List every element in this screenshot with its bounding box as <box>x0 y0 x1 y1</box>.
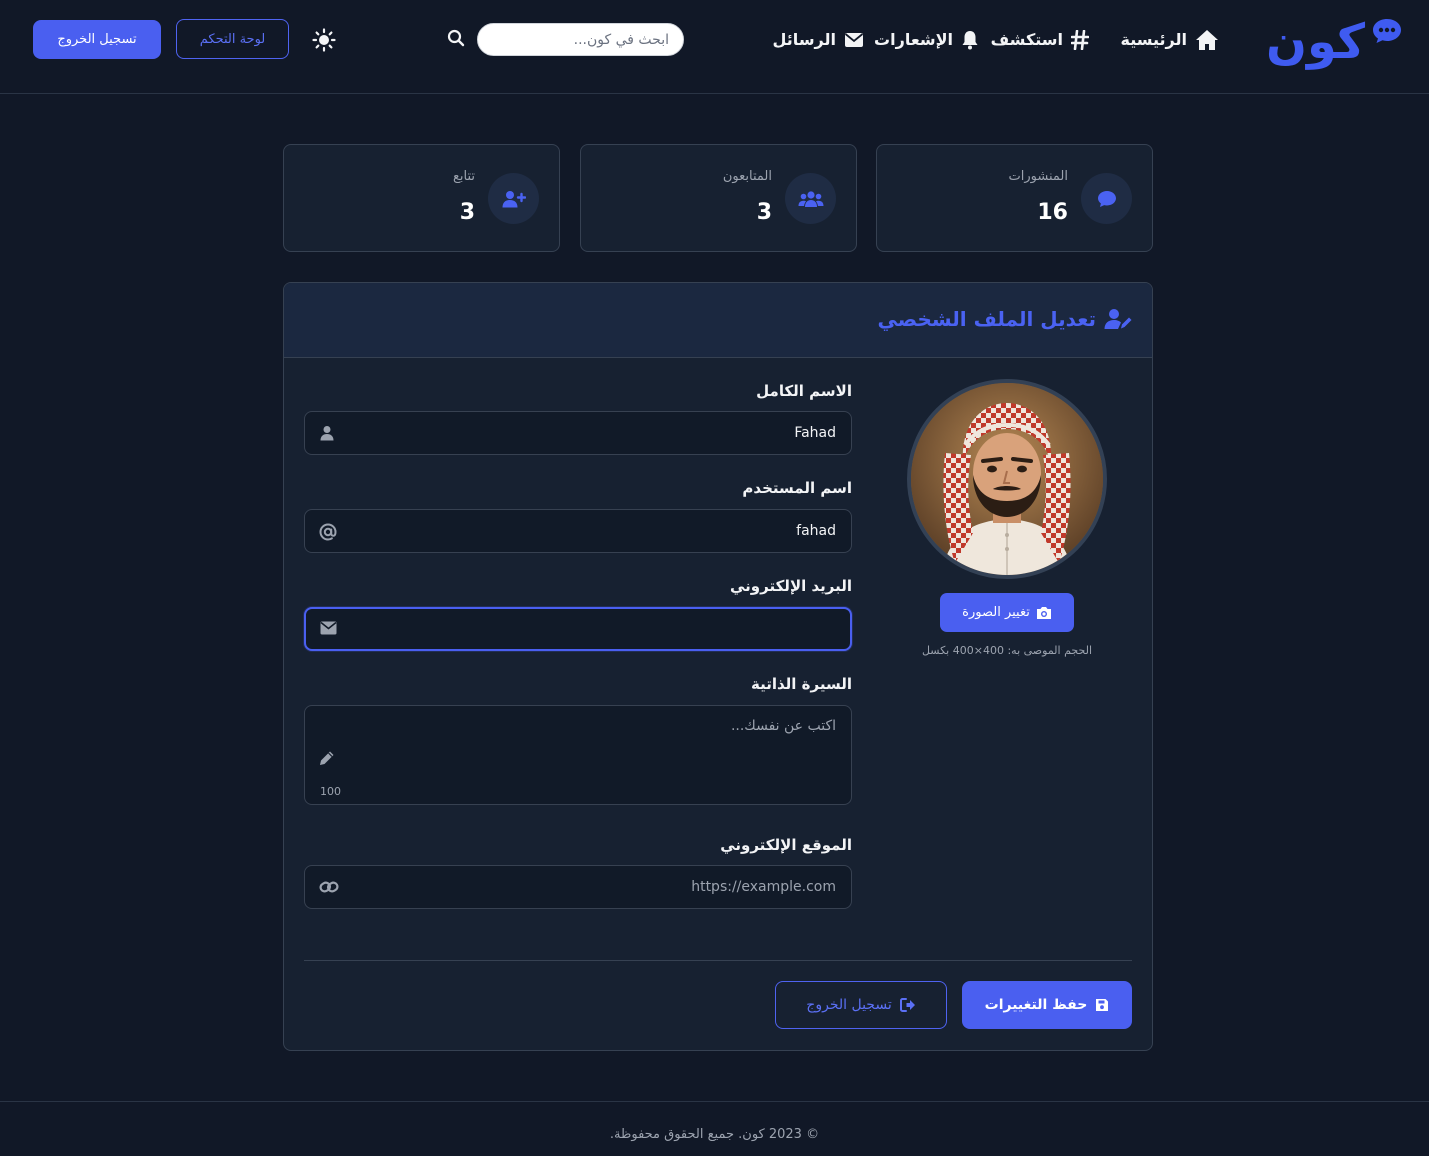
dashboard-button[interactable]: لوحة التحكم <box>176 19 289 59</box>
edit-profile-card: تعديل الملف الشخصي تغيير الصورة الحجم ال… <box>283 282 1153 1051</box>
bio-field-wrap: 100 <box>304 705 852 805</box>
copyright-text: © 2023 كون. جميع الحقوق محفوظة. <box>609 1127 820 1142</box>
fullname-input[interactable] <box>305 412 851 454</box>
users-icon <box>785 173 836 224</box>
nav-messages-label: الرسائل <box>772 30 836 49</box>
bio-char-counter: 100 <box>320 785 341 798</box>
bio-textarea[interactable] <box>305 706 851 804</box>
save-changes-button[interactable]: حفظ التغييرات <box>962 981 1132 1029</box>
comment-icon <box>1081 173 1132 224</box>
change-photo-label: تغيير الصورة <box>962 605 1030 620</box>
header-logout-button[interactable]: تسجيل الخروج <box>33 20 161 59</box>
sign-out-icon <box>899 998 916 1012</box>
photo-size-hint: الحجم الموصى به: 400×400 بكسل <box>921 644 1093 657</box>
form-divider <box>304 960 1132 961</box>
save-icon <box>1095 998 1109 1012</box>
bio-label: السيرة الذاتية <box>750 675 852 693</box>
username-input[interactable] <box>305 510 851 552</box>
website-field-wrap <box>304 865 852 909</box>
logout-button[interactable]: تسجيل الخروج <box>775 981 947 1029</box>
camera-icon <box>1036 606 1052 620</box>
search-icon[interactable] <box>447 29 465 47</box>
website-label: الموقع الإلكتروني <box>720 836 852 854</box>
fullname-label: الاسم الكامل <box>756 382 852 400</box>
envelope-icon <box>320 621 337 635</box>
nav-messages[interactable]: الرسائل <box>773 26 864 54</box>
username-field-wrap <box>304 509 852 553</box>
card-title: تعديل الملف الشخصي <box>878 307 1132 331</box>
change-photo-button[interactable]: تغيير الصورة <box>940 593 1074 632</box>
fullname-field-wrap <box>304 411 852 455</box>
stat-value: 16 <box>1037 200 1068 225</box>
avatar <box>907 379 1107 579</box>
nav-notifications[interactable]: الإشعارات <box>874 26 979 54</box>
envelope-icon <box>844 32 864 48</box>
nav-notifications-label: الإشعارات <box>874 30 953 49</box>
stat-card-posts: المنشورات 16 <box>876 144 1153 252</box>
home-icon <box>1195 29 1219 51</box>
nav-home[interactable]: الرئيسية <box>1121 26 1220 54</box>
email-input[interactable] <box>306 609 850 649</box>
stat-label: المنشورات <box>1008 169 1068 184</box>
stat-label: المتابعون <box>722 169 772 184</box>
pencil-icon <box>319 750 335 766</box>
bell-icon <box>961 30 979 50</box>
username-label: اسم المستخدم <box>742 479 852 497</box>
email-field-wrap <box>304 607 852 651</box>
brand-logo[interactable]: كون <box>1266 18 1403 66</box>
hashtag-icon <box>1071 30 1089 50</box>
website-input[interactable] <box>305 866 851 908</box>
link-icon <box>319 879 339 895</box>
user-edit-icon <box>1104 308 1132 330</box>
user-icon <box>319 425 335 441</box>
nav-explore-label: استكشف <box>990 30 1063 49</box>
email-label: البريد الإلكتروني <box>730 577 852 595</box>
nav-explore[interactable]: استكشف <box>991 26 1089 54</box>
stat-value: 3 <box>756 200 772 225</box>
logout-label: تسجيل الخروج <box>806 997 892 1013</box>
user-plus-icon <box>488 173 539 224</box>
page-footer: © 2023 كون. جميع الحقوق محفوظة. <box>0 1101 1429 1156</box>
stat-card-following: تتابع 3 <box>283 144 560 252</box>
save-changes-label: حفظ التغييرات <box>984 997 1088 1013</box>
at-icon <box>319 523 337 541</box>
search-box <box>477 23 684 56</box>
stat-card-followers: المتابعون 3 <box>580 144 857 252</box>
nav-home-label: الرئيسية <box>1120 30 1188 49</box>
sun-icon[interactable] <box>312 28 336 52</box>
stat-label: تتابع <box>452 169 475 184</box>
card-header: تعديل الملف الشخصي <box>284 283 1152 358</box>
search-input[interactable] <box>478 24 683 55</box>
chat-dots-icon <box>1371 17 1403 45</box>
top-navbar: كون الرئيسية استكشف الإشعارات الرسائل اب… <box>0 0 1429 94</box>
stat-value: 3 <box>459 200 475 225</box>
brand-name: كون <box>1266 14 1365 70</box>
card-title-text: تعديل الملف الشخصي <box>877 307 1096 331</box>
